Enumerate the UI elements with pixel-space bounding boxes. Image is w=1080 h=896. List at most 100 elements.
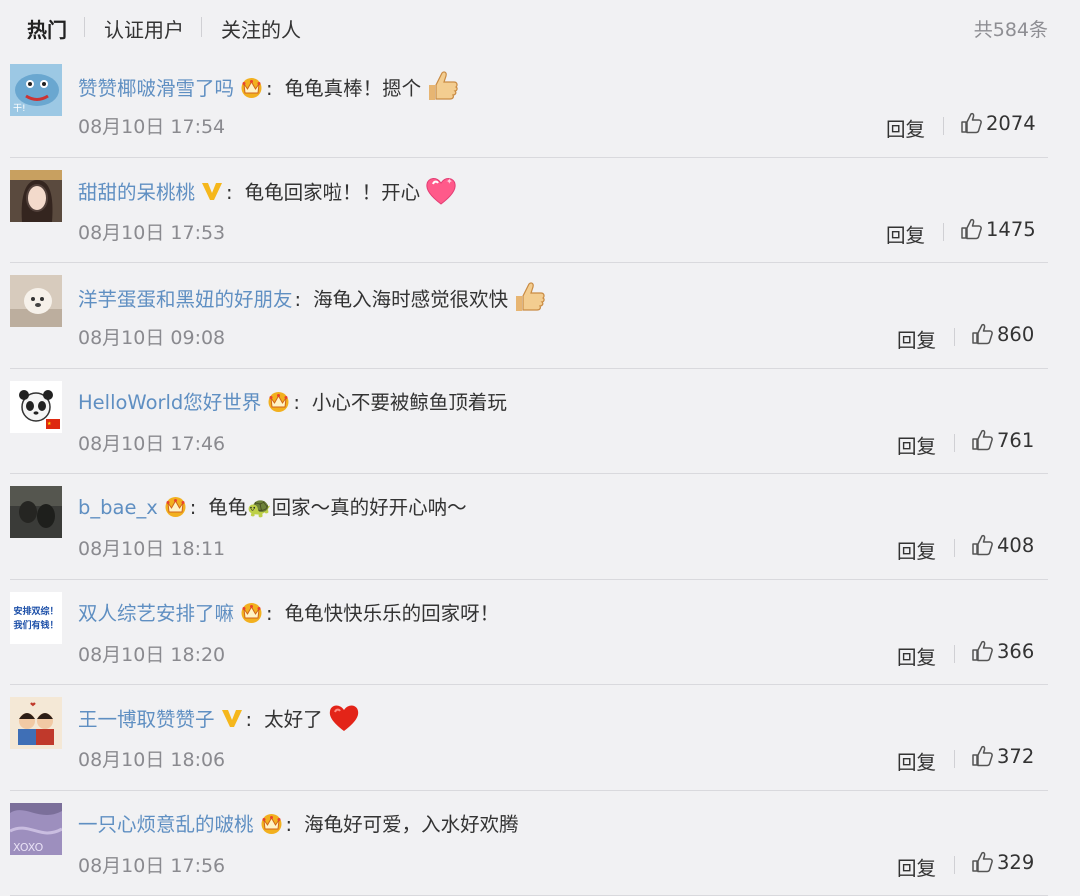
colon: : <box>246 708 253 731</box>
heart-emoji: ✦ <box>424 175 458 212</box>
svg-text:安排双综！: 安排双综！ <box>13 605 58 617</box>
like-button[interactable]: 372 <box>971 745 1034 768</box>
like-button[interactable]: 761 <box>971 429 1034 452</box>
comment-time: 08月10日 17:56 <box>78 851 225 878</box>
like-button[interactable]: 860 <box>971 323 1034 346</box>
svg-text:✦: ✦ <box>446 177 453 186</box>
thumbs-up-icon <box>971 851 997 874</box>
comment-line: 赞赞椰啵滑雪了吗 :龟龟真棒！摁个 <box>78 69 459 108</box>
reply-button[interactable]: 回复 <box>886 113 925 142</box>
red-heart-emoji <box>327 702 361 739</box>
like-button[interactable]: 329 <box>971 851 1034 874</box>
thumbs-up-icon <box>971 429 997 452</box>
action-divider <box>943 117 944 135</box>
svg-text:我们有钱！: 我们有钱！ <box>13 619 58 631</box>
thumbs-up-icon <box>960 218 986 241</box>
thumbs-up-icon <box>971 745 997 768</box>
comment-time: 08月10日 18:11 <box>78 534 225 561</box>
avatar[interactable] <box>10 170 62 222</box>
like-count: 860 <box>997 323 1034 346</box>
username-link[interactable]: HelloWorld您好世界 <box>78 391 261 414</box>
reply-button[interactable]: 回复 <box>897 746 936 775</box>
comment-line: 甜甜的呆桃桃 :龟龟回家啦！！开心 ✦ <box>78 175 458 212</box>
comment-line: HelloWorld您好世界 :小心不要被鲸鱼顶着玩 <box>78 386 507 417</box>
comment-item: XOXO 一只心烦意乱的啵桃 :海龟好可爱，入水好欢腾 08月10日 17:56… <box>10 791 1048 896</box>
thumbs-up-icon <box>971 534 997 557</box>
comment-count: 共584条 <box>974 15 1048 42</box>
comment-item: ★ HelloWorld您好世界 :小心不要被鲸鱼顶着玩 08月10日 17:4… <box>10 369 1048 475</box>
username-link[interactable]: 甜甜的呆桃桃 <box>78 181 195 204</box>
like-count: 408 <box>997 534 1034 557</box>
like-button[interactable]: 2074 <box>960 112 1036 135</box>
avatar[interactable]: ❤ <box>10 697 62 749</box>
tab-hot[interactable]: 热门 <box>27 14 67 43</box>
comment-item: 安排双综！ 我们有钱！ 双人综艺安排了嘛 : 龟龟快快乐乐的回家呀！ 08月10日 … <box>10 580 1048 686</box>
comment-item: b_bae_x : 龟龟🐢回家～真的好开心呐～ 08月10日 18:11 回复 4… <box>10 474 1048 580</box>
comment-text: 太好了 <box>264 708 323 731</box>
avatar[interactable]: 干! <box>10 64 62 116</box>
like-count: 2074 <box>986 112 1036 135</box>
username-link[interactable]: b_bae_x <box>78 496 158 519</box>
action-divider <box>954 328 955 346</box>
comment-text: 龟龟真棒！摁个 <box>285 77 422 100</box>
thumbs-up-icon <box>971 323 997 346</box>
avatar[interactable] <box>10 275 62 327</box>
reply-button[interactable]: 回复 <box>886 219 925 248</box>
comment-tabs: 热门 认证用户 关注的人 共584条 <box>0 0 1080 56</box>
comment-line: 双人综艺安排了嘛 : 龟龟快快乐乐的回家呀！ <box>78 597 499 628</box>
action-divider <box>954 645 955 663</box>
comment-time: 08月10日 17:53 <box>78 218 225 245</box>
username-link[interactable]: 赞赞椰啵滑雪了吗 <box>78 77 234 100</box>
username-link[interactable]: 王一博取赞赞子 <box>78 708 215 731</box>
username-link[interactable]: 双人综艺安排了嘛 <box>78 602 234 625</box>
avatar[interactable]: ★ <box>10 381 62 433</box>
like-count: 366 <box>997 640 1034 663</box>
username-link[interactable]: 一只心烦意乱的啵桃 <box>78 813 254 836</box>
reply-button[interactable]: 回复 <box>897 324 936 353</box>
colon: : <box>190 496 197 519</box>
comment-item: ❤ 王一博取赞赞子 :太好了 08月10日 18:06 回复 372 <box>10 685 1048 791</box>
colon: : <box>293 391 300 414</box>
comment-text: 龟龟快快乐乐的回家呀！ <box>285 602 500 625</box>
comment-text: 龟龟🐢回家～真的好开心呐～ <box>208 496 466 519</box>
comment-time: 08月10日 17:54 <box>78 112 225 139</box>
avatar[interactable]: XOXO <box>10 803 62 855</box>
reply-button[interactable]: 回复 <box>897 535 936 564</box>
colon: : <box>266 602 273 625</box>
crown-icon <box>239 601 264 628</box>
like-button[interactable]: 1475 <box>960 218 1036 241</box>
verified-v-icon <box>220 707 244 734</box>
action-divider <box>954 434 955 452</box>
comment-item: 甜甜的呆桃桃 :龟龟回家啦！！开心 ✦ 08月10日 17:53 回复 1475 <box>10 158 1048 264</box>
like-count: 1475 <box>986 218 1036 241</box>
colon: : <box>295 288 302 311</box>
thumbs-up-icon <box>960 112 986 135</box>
username-link[interactable]: 洋芋蛋蛋和黑妞的好朋友 <box>78 288 293 311</box>
reply-button[interactable]: 回复 <box>897 641 936 670</box>
like-button[interactable]: 408 <box>971 534 1034 557</box>
comment-list: 干! 赞赞椰啵滑雪了吗 :龟龟真棒！摁个 08月10日 17:54 回复 207… <box>10 52 1048 896</box>
colon: : <box>286 813 293 836</box>
comment-time: 08月10日 18:20 <box>78 640 225 667</box>
comment-text: 龟龟回家啦！！开心 <box>245 181 421 204</box>
avatar[interactable]: 安排双综！ 我们有钱！ <box>10 592 62 644</box>
action-divider <box>954 539 955 557</box>
like-button[interactable]: 366 <box>971 640 1034 663</box>
comment-line: 王一博取赞赞子 : 太好了 <box>78 702 361 739</box>
comment-item: 干! 赞赞椰啵滑雪了吗 :龟龟真棒！摁个 08月10日 17:54 回复 207… <box>10 52 1048 158</box>
like-count: 761 <box>997 429 1034 452</box>
tab-verified-users[interactable]: 认证用户 <box>104 14 184 43</box>
thumbs-up-emoji <box>512 280 546 319</box>
comment-line: b_bae_x : 龟龟🐢回家～真的好开心呐～ <box>78 491 467 522</box>
reply-button[interactable]: 回复 <box>897 852 936 881</box>
svg-text:XOXO: XOXO <box>13 841 44 854</box>
avatar[interactable] <box>10 486 62 538</box>
tab-following[interactable]: 关注的人 <box>221 14 301 43</box>
comment-text: 海龟入海时感觉很欢快 <box>313 288 508 311</box>
comment-time: 08月10日 09:08 <box>78 323 225 350</box>
like-count: 329 <box>997 851 1034 874</box>
crown-icon <box>163 495 188 522</box>
verified-v-icon <box>200 180 224 207</box>
crown-icon <box>239 76 264 103</box>
reply-button[interactable]: 回复 <box>897 430 936 459</box>
